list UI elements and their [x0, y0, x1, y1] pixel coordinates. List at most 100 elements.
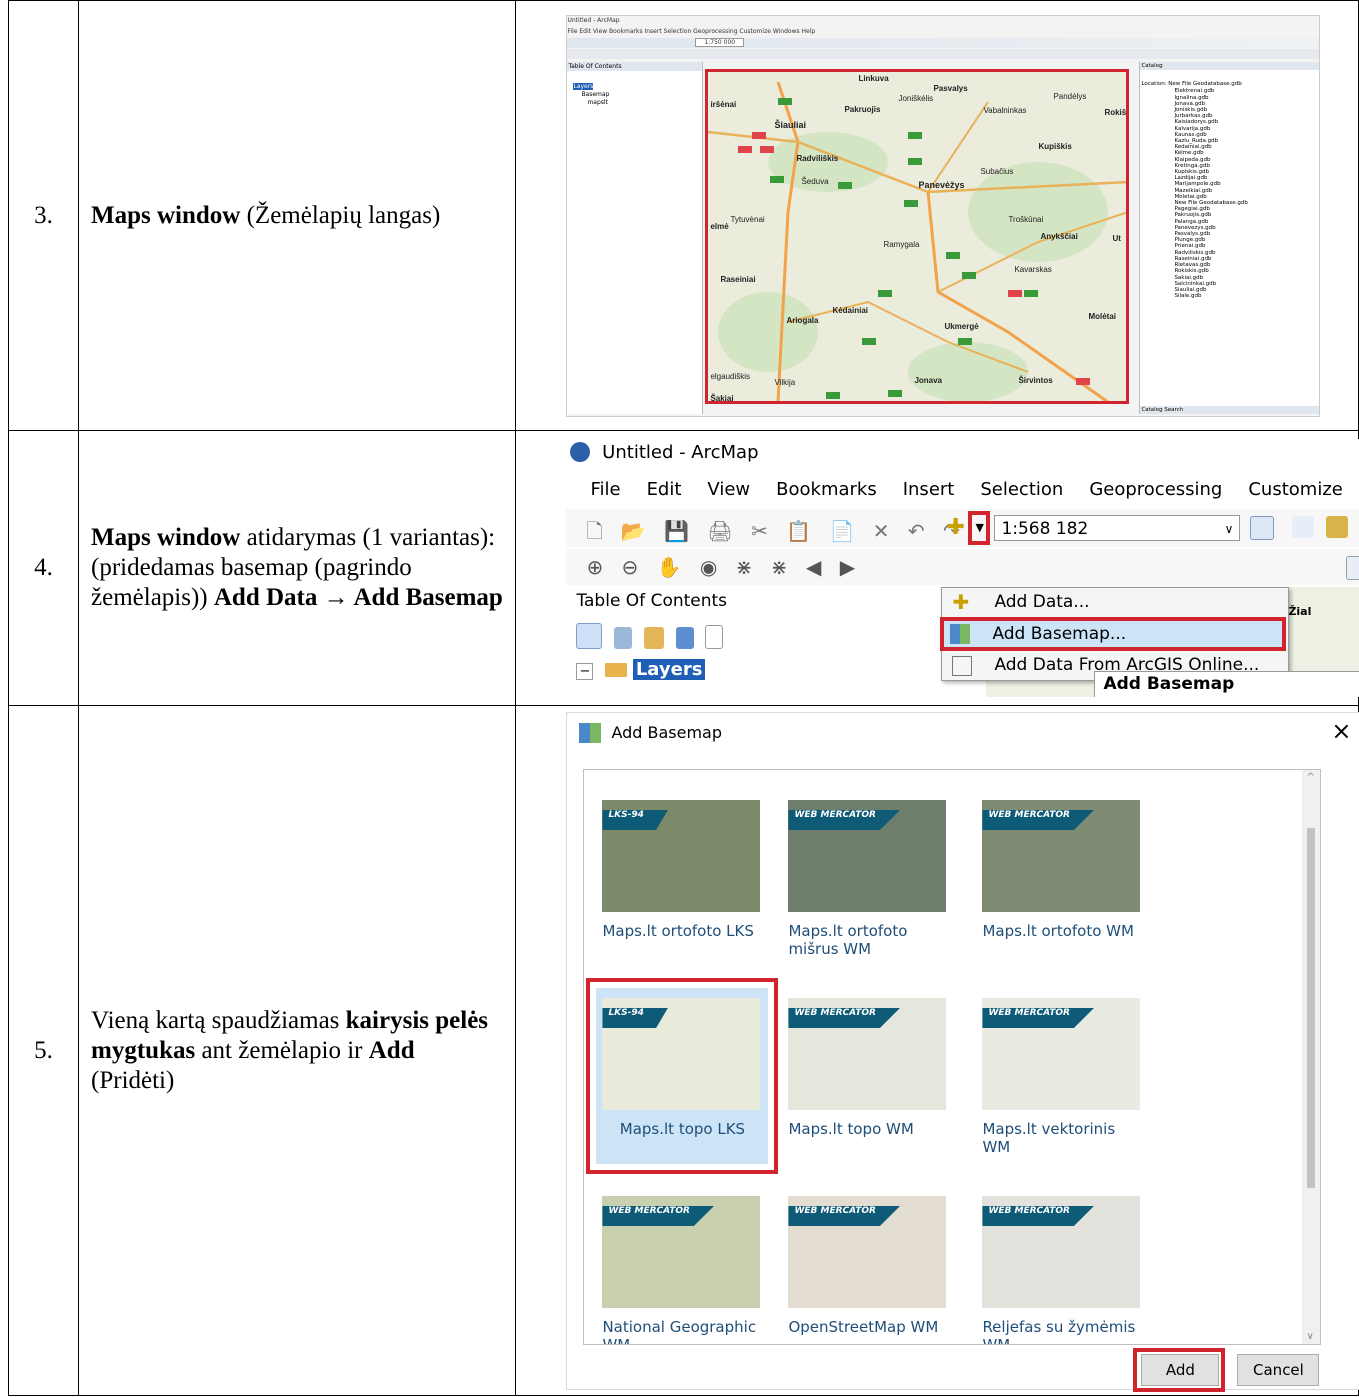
window-title: Untitled - ArcMap — [567, 17, 620, 24]
projection-badge: WEB MERCATOR — [602, 1206, 714, 1226]
menu-item[interactable]: File — [590, 479, 620, 500]
catalog-list: Elektrenai.gdb Ignalina.gdb Jonava.gdb Joni… — [1140, 88, 1319, 299]
toolbar: 1:750 000 — [567, 38, 1320, 48]
list-by-selection-icon[interactable] — [675, 627, 694, 649]
arcmap-icon — [570, 442, 591, 462]
road-marker — [908, 132, 923, 139]
cancel-button[interactable]: Cancel — [1237, 1354, 1320, 1386]
menu-item[interactable]: Edit — [647, 479, 682, 500]
basemap-tile[interactable]: LKS-94 Maps.lt ortofoto LKS — [602, 800, 762, 940]
chevron-up-icon[interactable]: ^ — [1306, 772, 1314, 783]
projection-badge: WEB MERCATOR — [788, 810, 900, 830]
menu-bar: File Edit View Bookmarks Insert Selectio… — [567, 28, 816, 35]
toc-title: Table Of Contents — [576, 591, 728, 611]
city-label: Molėtai — [1088, 312, 1116, 321]
basemap-tile[interactable]: WEB MERCATOR National Geographic WM — [602, 1196, 762, 1344]
basemap-thumbnail: WEB MERCATOR — [982, 998, 1141, 1110]
menu-item[interactable]: Customize — [1248, 479, 1342, 500]
close-icon[interactable]: × — [1331, 717, 1351, 745]
instruction-table: 3. Maps window (Žemėlapių langas) Untitl… — [7, 0, 1359, 1396]
basemap-tile[interactable]: LKS-94 Maps.lt topo LKS — [586, 978, 779, 1174]
list-by-source-icon[interactable] — [614, 627, 633, 649]
menu-item-add-basemap[interactable]: Add Basemap... — [940, 617, 1287, 651]
basemap-label: Maps.lt ortofoto LKS — [602, 922, 754, 940]
chevron-down-icon[interactable]: ∨ — [1306, 1331, 1313, 1342]
basemap-tile[interactable]: WEB MERCATOR Maps.lt vektorinis WM — [982, 998, 1142, 1156]
catalog-icon[interactable] — [1326, 516, 1349, 538]
add-data-dropdown-highlight[interactable]: ▼ — [968, 511, 991, 545]
menu-item[interactable]: Geoprocessing — [1089, 479, 1222, 500]
collapse-icon[interactable]: − — [576, 663, 594, 680]
toc-layers[interactable]: Layers — [573, 83, 594, 90]
basemap-tile[interactable]: WEB MERCATOR Maps.lt topo WM — [788, 998, 948, 1138]
city-label: iršėnai — [710, 100, 737, 109]
toc-basemap[interactable]: Basemap — [573, 91, 702, 99]
menu-item[interactable]: Bookmarks — [776, 479, 877, 500]
step-description: Maps window (Žemėlapių langas) — [78, 0, 517, 431]
projection-badge: LKS-94 — [602, 1008, 668, 1028]
menu-item[interactable]: Insert — [903, 479, 955, 500]
catalog-tabs[interactable]: Catalog Search — [1140, 405, 1320, 414]
scrollbar-thumb[interactable] — [1307, 828, 1316, 1188]
grid-icon — [952, 656, 973, 676]
basemap-tile[interactable]: WEB MERCATOR Reljefas su žymėmis WM — [982, 1196, 1142, 1344]
list-by-drawing-order-icon[interactable] — [576, 623, 603, 649]
menu-item-add-data[interactable]: ✚ Add Data... — [942, 588, 1288, 618]
map-view[interactable]: Linkuva Pasvalys Joniškėlis Pandėlys Vab… — [705, 69, 1130, 404]
menu-item[interactable]: Selection — [980, 479, 1063, 500]
basemap-label: Maps.lt topo WM — [788, 1120, 914, 1138]
toc-title: Table Of Contents — [567, 62, 703, 71]
basemap-thumbnail: WEB MERCATOR — [788, 800, 947, 912]
catalog-item[interactable]: Silale.gdb — [1174, 293, 1319, 299]
options-icon[interactable] — [705, 625, 724, 649]
add-data-icon[interactable]: ✚ — [946, 515, 964, 540]
toolbar-icons: 🗋 📂 💾 🖨 ✂ 📋 📄 ✕ ↶ ↷ — [586, 519, 966, 543]
scale-box[interactable]: 1:750 000 — [695, 38, 745, 47]
basemap-tile[interactable]: WEB MERCATOR Maps.lt ortofoto mišrus WM — [788, 800, 948, 958]
menu-item[interactable]: View — [707, 479, 750, 500]
basemap-thumbnail: LKS-94 — [602, 800, 761, 912]
road-marker — [904, 200, 919, 207]
city-label: Širvintos — [1018, 376, 1053, 385]
road-marker — [778, 98, 793, 105]
screenshot-cell: Add Basemap × LKS-94 Maps.lt ortofoto LKS… — [515, 705, 1359, 1396]
city-label: Šakiai — [710, 394, 734, 403]
zoom-icon[interactable] — [1346, 556, 1359, 580]
basemap-tile[interactable]: WEB MERCATOR OpenStreetMap WM — [788, 1196, 948, 1336]
city-label: Jonava — [914, 376, 943, 385]
add-button[interactable]: Add — [1141, 1354, 1220, 1386]
scale-combobox[interactable]: 1:568 182 ∨ — [994, 515, 1241, 541]
step-description: Maps window atidarymas (1 variantas): (p… — [78, 430, 517, 706]
city-label: Ut — [1112, 234, 1121, 243]
city-label: Ukmergė — [944, 322, 979, 331]
layers-icon — [605, 663, 628, 677]
table-row: 4. Maps window atidarymas (1 variantas):… — [7, 430, 1359, 706]
projection-badge: WEB MERCATOR — [982, 1206, 1094, 1226]
basemap-thumbnail: WEB MERCATOR — [982, 1196, 1141, 1308]
basemap-label: Maps.lt topo LKS — [619, 1120, 746, 1138]
city-label: Troškūnai — [1008, 215, 1044, 224]
scrollbar[interactable]: ^ ∨ — [1302, 770, 1321, 1344]
add-data-icon: ✚ — [952, 590, 970, 614]
basemap-label: Maps.lt ortofoto WM — [982, 922, 1134, 940]
projection-badge: LKS-94 — [602, 810, 668, 830]
list-by-visibility-icon[interactable] — [643, 627, 664, 649]
screenshot-cell: Untitled - ArcMap File Edit View Bookmarks I… — [515, 430, 1359, 706]
city-label: Anykščiai — [1040, 232, 1078, 241]
road-marker — [1008, 290, 1023, 297]
screenshot-cell: Untitled - ArcMap File Edit View Bookmar… — [515, 0, 1359, 431]
layers-label[interactable]: Layers — [632, 659, 706, 680]
toc-mapslt[interactable]: mapslt — [573, 99, 702, 107]
table-row: 5. Vieną kartą spaudžiamas kairysis pelė… — [7, 705, 1359, 1396]
road-marker — [888, 390, 903, 397]
table-icon[interactable] — [1292, 516, 1315, 538]
city-label: Pakruojis — [844, 105, 881, 114]
add-basemap-dialog: Add Basemap × LKS-94 Maps.lt ortofoto LKS… — [566, 712, 1359, 1392]
city-label: Šeduva — [801, 177, 829, 186]
road-marker — [826, 392, 841, 399]
basemap-tile[interactable]: WEB MERCATOR Maps.lt ortofoto WM — [982, 800, 1142, 940]
city-label: Ramygala — [883, 240, 920, 249]
city-label: Tytuvėnai — [730, 215, 765, 224]
road-marker — [770, 176, 785, 183]
editor-icon[interactable] — [1250, 516, 1275, 540]
